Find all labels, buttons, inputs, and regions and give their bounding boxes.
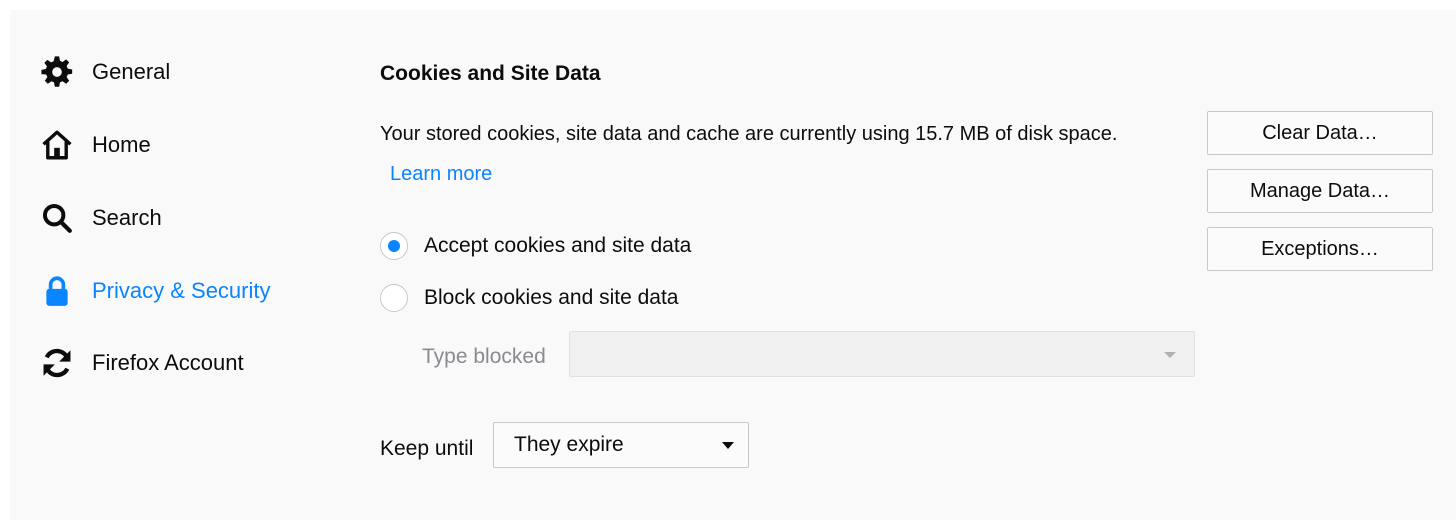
- type-blocked-select: [569, 331, 1195, 377]
- cookies-section: Cookies and Site Data Your stored cookie…: [380, 10, 1450, 520]
- home-icon: [40, 127, 76, 163]
- type-blocked-label: Type blocked: [422, 345, 546, 368]
- block-cookies-radio[interactable]: [380, 284, 408, 312]
- learn-more-link[interactable]: Learn more: [390, 163, 492, 185]
- sidebar-item-label: Search: [92, 205, 162, 230]
- exceptions-button[interactable]: Exceptions…: [1207, 227, 1433, 271]
- chevron-down-icon: [722, 442, 734, 449]
- storage-usage-text: Your stored cookies, site data and cache…: [380, 123, 1118, 145]
- sidebar-item-label: Home: [92, 132, 151, 157]
- keep-until-value: They expire: [514, 433, 624, 456]
- sidebar-item-home[interactable]: Home: [40, 125, 151, 165]
- preferences-window: General Home Search Privacy & Security F…: [10, 10, 1456, 520]
- radio-selected-dot: [388, 240, 400, 252]
- clear-data-button[interactable]: Clear Data…: [1207, 111, 1433, 155]
- block-cookies-option[interactable]: Block cookies and site data: [380, 282, 678, 314]
- section-title: Cookies and Site Data: [380, 62, 601, 85]
- sync-icon: [40, 345, 76, 381]
- sidebar-item-general[interactable]: General: [40, 52, 170, 92]
- sidebar-item-label: General: [92, 59, 171, 84]
- chevron-down-icon: [1164, 352, 1176, 358]
- sidebar-item-label: Privacy & Security: [92, 278, 271, 303]
- lock-icon: [40, 273, 76, 309]
- keep-until-label: Keep until: [380, 437, 474, 460]
- sidebar-item-firefox-account[interactable]: Firefox Account: [40, 343, 244, 383]
- search-icon: [40, 200, 76, 236]
- storage-description: Your stored cookies, site data and cache…: [380, 114, 1160, 194]
- block-cookies-label: Block cookies and site data: [424, 286, 679, 309]
- keep-until-select[interactable]: They expire: [493, 422, 749, 468]
- manage-data-button[interactable]: Manage Data…: [1207, 169, 1433, 213]
- accept-cookies-label: Accept cookies and site data: [424, 234, 692, 257]
- accept-cookies-radio[interactable]: [380, 232, 408, 260]
- accept-cookies-option[interactable]: Accept cookies and site data: [380, 230, 691, 262]
- sidebar-item-label: Firefox Account: [92, 350, 244, 375]
- gear-icon: [40, 54, 76, 90]
- sidebar-item-privacy-security[interactable]: Privacy & Security: [40, 271, 271, 311]
- sidebar-item-search[interactable]: Search: [40, 198, 162, 238]
